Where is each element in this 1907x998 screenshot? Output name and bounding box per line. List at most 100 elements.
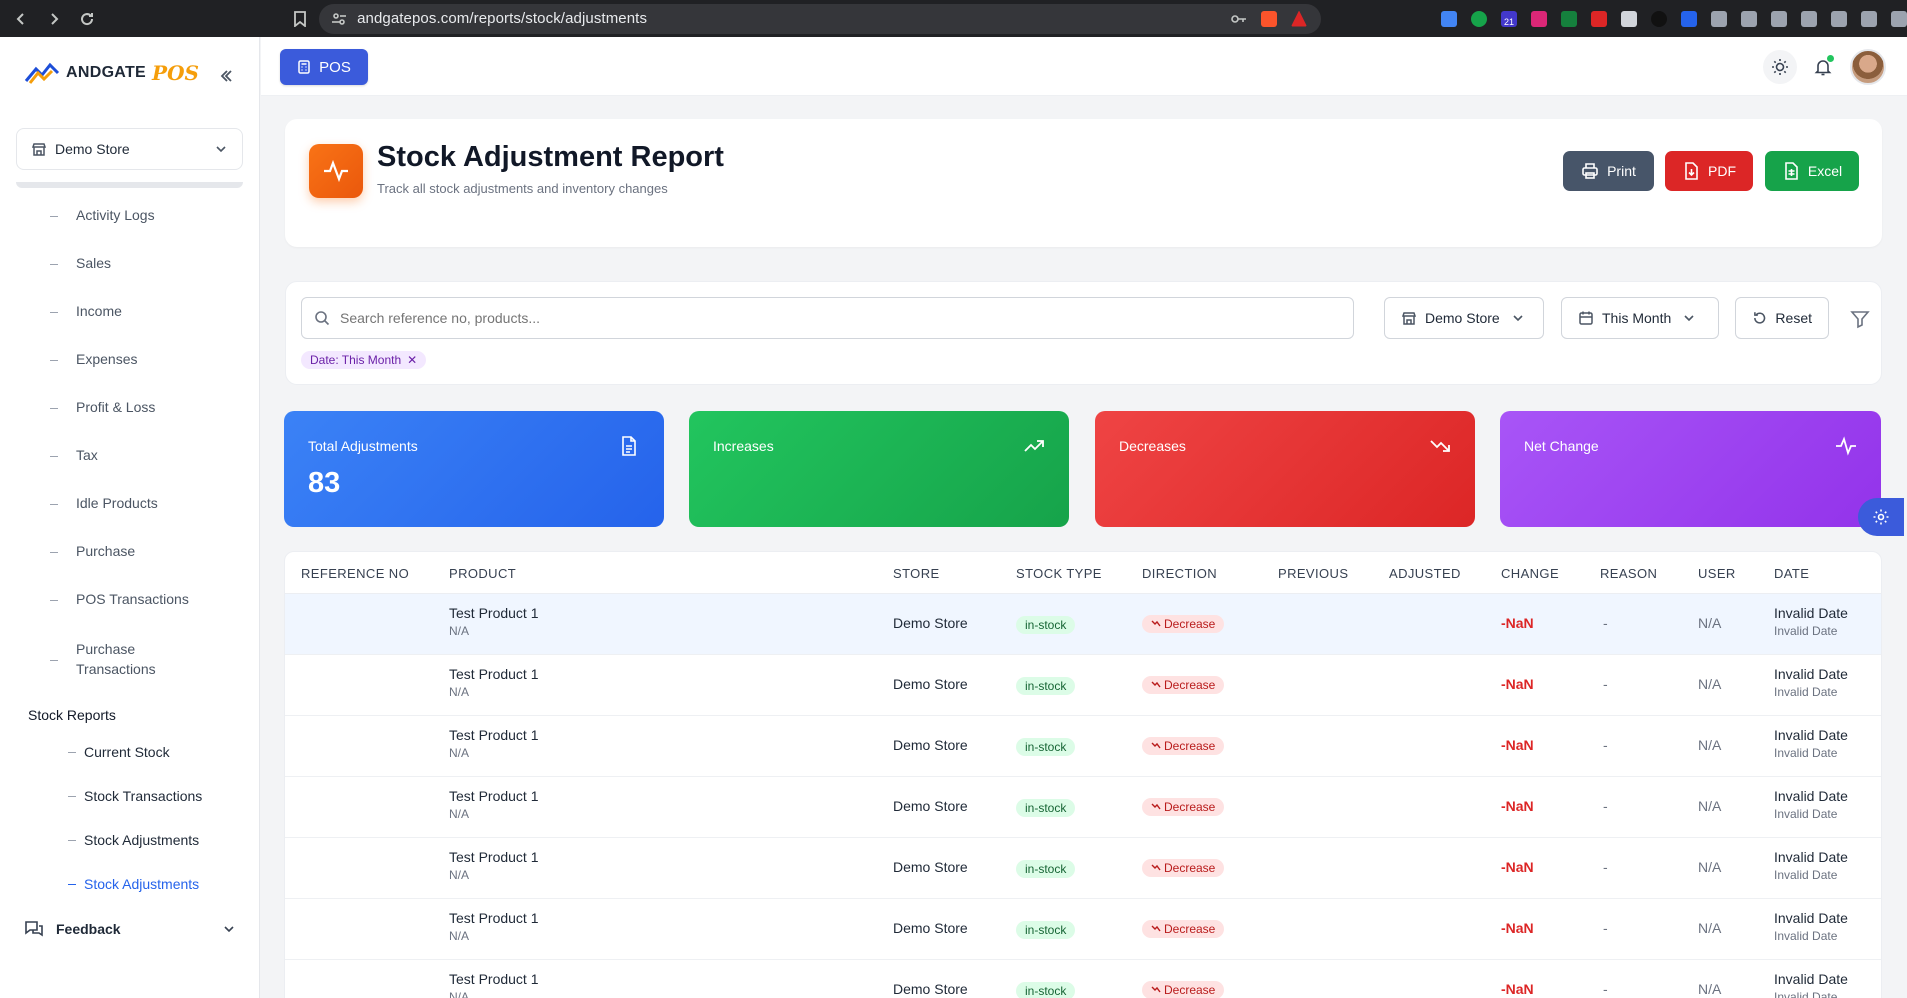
password-key-icon[interactable] — [1231, 13, 1247, 25]
sidebar-item-activity-logs[interactable]: Activity Logs — [50, 207, 155, 223]
reset-button[interactable]: Reset — [1735, 297, 1829, 339]
search-box[interactable] — [301, 297, 1354, 339]
column-header-user[interactable]: USER — [1698, 566, 1736, 581]
stat-label: Total Adjustments — [308, 438, 418, 454]
column-header-direction[interactable]: DIRECTION — [1142, 566, 1217, 581]
column-header-date[interactable]: DATE — [1774, 566, 1809, 581]
site-settings-icon[interactable] — [331, 11, 347, 27]
table-row[interactable]: Test Product 1 N/A Demo Store in-stock Decre… — [285, 777, 1881, 838]
logo[interactable]: ANDGATE POS — [24, 61, 199, 85]
screenshot-icon[interactable] — [1741, 10, 1758, 27]
extension-badge-icon[interactable]: 21 — [1501, 10, 1518, 27]
search-input[interactable] — [340, 310, 1328, 326]
extension-grid-icon[interactable] — [1561, 10, 1578, 27]
sidebar-item-feedback[interactable]: Feedback — [24, 919, 236, 939]
sidebar-item-pos-transactions[interactable]: POS Transactions — [50, 591, 189, 607]
sidebar-item-current-stock[interactable]: Current Stock — [68, 744, 170, 760]
change-value: -NaN — [1501, 798, 1534, 814]
colorpicker-icon[interactable] — [1621, 10, 1638, 27]
date-value: Invalid Date — [1774, 605, 1848, 621]
url-text[interactable]: andgatepos.com/reports/stock/adjustments — [357, 10, 647, 27]
sidebar-item-profit-loss[interactable]: Profit & Loss — [50, 399, 155, 415]
date-cell: Invalid Date Invalid Date — [1774, 910, 1848, 943]
direction-label: Decrease — [1164, 983, 1216, 997]
direction-badge: Decrease — [1142, 737, 1225, 755]
sidebar-item-purchase[interactable]: Purchase — [50, 543, 135, 559]
extensions-puzzle-icon[interactable] — [1711, 10, 1728, 27]
trending-down-icon — [1151, 681, 1161, 688]
extension-circle-icon[interactable] — [1651, 10, 1668, 27]
brave-shield-icon[interactable] — [1261, 10, 1278, 27]
remove-filter-icon[interactable]: ✕ — [407, 353, 417, 367]
page-title: Stock Adjustment Report — [377, 141, 724, 173]
column-header-change[interactable]: CHANGE — [1501, 566, 1559, 581]
extension-blue-icon[interactable] — [1681, 10, 1698, 27]
date-range-select[interactable]: This Month — [1561, 297, 1719, 339]
column-header-previous[interactable]: PREVIOUS — [1278, 566, 1348, 581]
file-download-icon — [1685, 162, 1698, 180]
reset-button-label: Reset — [1775, 310, 1812, 326]
store-filter-select[interactable]: Demo Store — [1384, 297, 1544, 339]
bookmark-icon[interactable] — [290, 8, 311, 30]
column-header-adjusted[interactable]: ADJUSTED — [1389, 566, 1461, 581]
chevron-down-icon — [216, 146, 226, 153]
back-icon[interactable] — [8, 6, 33, 32]
sidebar-item-tax[interactable]: Tax — [50, 447, 98, 463]
notifications-button[interactable] — [1806, 50, 1840, 84]
sidebar-item-purchase-transactions[interactable]: Purchase Transactions — [50, 639, 156, 679]
translate-extension-icon[interactable] — [1441, 10, 1458, 27]
download-icon[interactable] — [1771, 10, 1788, 27]
stock-type-badge: in-stock — [1016, 616, 1076, 634]
notification-dot — [1827, 55, 1834, 62]
leo-ai-icon[interactable] — [1861, 10, 1878, 27]
excel-button-label: Excel — [1807, 163, 1843, 179]
print-button[interactable]: Print — [1563, 151, 1654, 191]
table-row[interactable]: Test Product 1 N/A Demo Store in-stock Decre… — [285, 716, 1881, 777]
sidebar-item-idle-products[interactable]: Idle Products — [50, 495, 158, 511]
sidebar-item-sales[interactable]: Sales — [50, 255, 111, 271]
column-header-product[interactable]: PRODUCT — [449, 566, 516, 581]
column-header-reference[interactable]: REFERENCE NO — [301, 566, 409, 581]
excel-button[interactable]: Excel — [1765, 151, 1859, 191]
table-row[interactable]: Test Product 1 N/A Demo Store in-stock Decre… — [285, 960, 1881, 998]
pos-button[interactable]: POS — [280, 49, 368, 85]
collapse-sidebar-icon[interactable] — [216, 66, 236, 86]
table-row[interactable]: Test Product 1 N/A Demo Store in-stock Decre… — [285, 594, 1881, 655]
settings-floating-button[interactable] — [1858, 498, 1904, 536]
reload-icon[interactable] — [74, 6, 99, 32]
sidebar-item-expenses[interactable]: Expenses — [50, 351, 137, 367]
pdf-button[interactable]: PDF — [1665, 151, 1753, 191]
store-select[interactable]: Demo Store — [16, 128, 243, 170]
sidebar-section-stock-reports[interactable]: Stock Reports — [28, 707, 116, 723]
reason-cell: - — [1603, 676, 1608, 692]
youtube-extension-icon[interactable] — [1591, 10, 1608, 27]
product-name: Test Product 1 — [449, 788, 539, 804]
forward-icon[interactable] — [41, 6, 66, 32]
product-name: Test Product 1 — [449, 849, 539, 865]
sidebar-item-label: Purchase Transactions — [76, 641, 156, 677]
table-row[interactable]: Test Product 1 N/A Demo Store in-stock Decre… — [285, 838, 1881, 899]
menu-icon[interactable] — [1891, 10, 1907, 27]
store-icon — [31, 143, 47, 156]
brave-rewards-icon[interactable] — [1291, 10, 1308, 27]
trending-down-icon — [1151, 986, 1161, 993]
sidebar-item-stock-adjustments-active[interactable]: Stock Adjustments — [68, 876, 199, 892]
sidebar-item-stock-transactions[interactable]: Stock Transactions — [68, 788, 202, 804]
theme-toggle-button[interactable] — [1763, 50, 1797, 84]
sidebar-item-income[interactable]: Income — [50, 303, 122, 319]
stat-card-increases: Increases — [689, 411, 1069, 527]
filter-icon[interactable] — [1850, 309, 1870, 329]
wallet-icon[interactable] — [1831, 10, 1848, 27]
store-cell: Demo Store — [893, 676, 968, 692]
ublock-icon[interactable] — [1531, 10, 1548, 27]
column-header-stock-type[interactable]: STOCK TYPE — [1016, 566, 1102, 581]
column-header-store[interactable]: STORE — [893, 566, 940, 581]
table-row[interactable]: Test Product 1 N/A Demo Store in-stock Decre… — [285, 899, 1881, 960]
address-bar[interactable]: andgatepos.com/reports/stock/adjustments — [319, 3, 1322, 34]
avatar[interactable] — [1850, 49, 1886, 85]
table-row[interactable]: Test Product 1 N/A Demo Store in-stock Decre… — [285, 655, 1881, 716]
extension-record-icon[interactable] — [1471, 10, 1488, 27]
sidebar-item-stock-adjustments[interactable]: Stock Adjustments — [68, 832, 199, 848]
column-header-reason[interactable]: REASON — [1600, 566, 1657, 581]
sidebar-toggle-icon[interactable] — [1801, 10, 1818, 27]
